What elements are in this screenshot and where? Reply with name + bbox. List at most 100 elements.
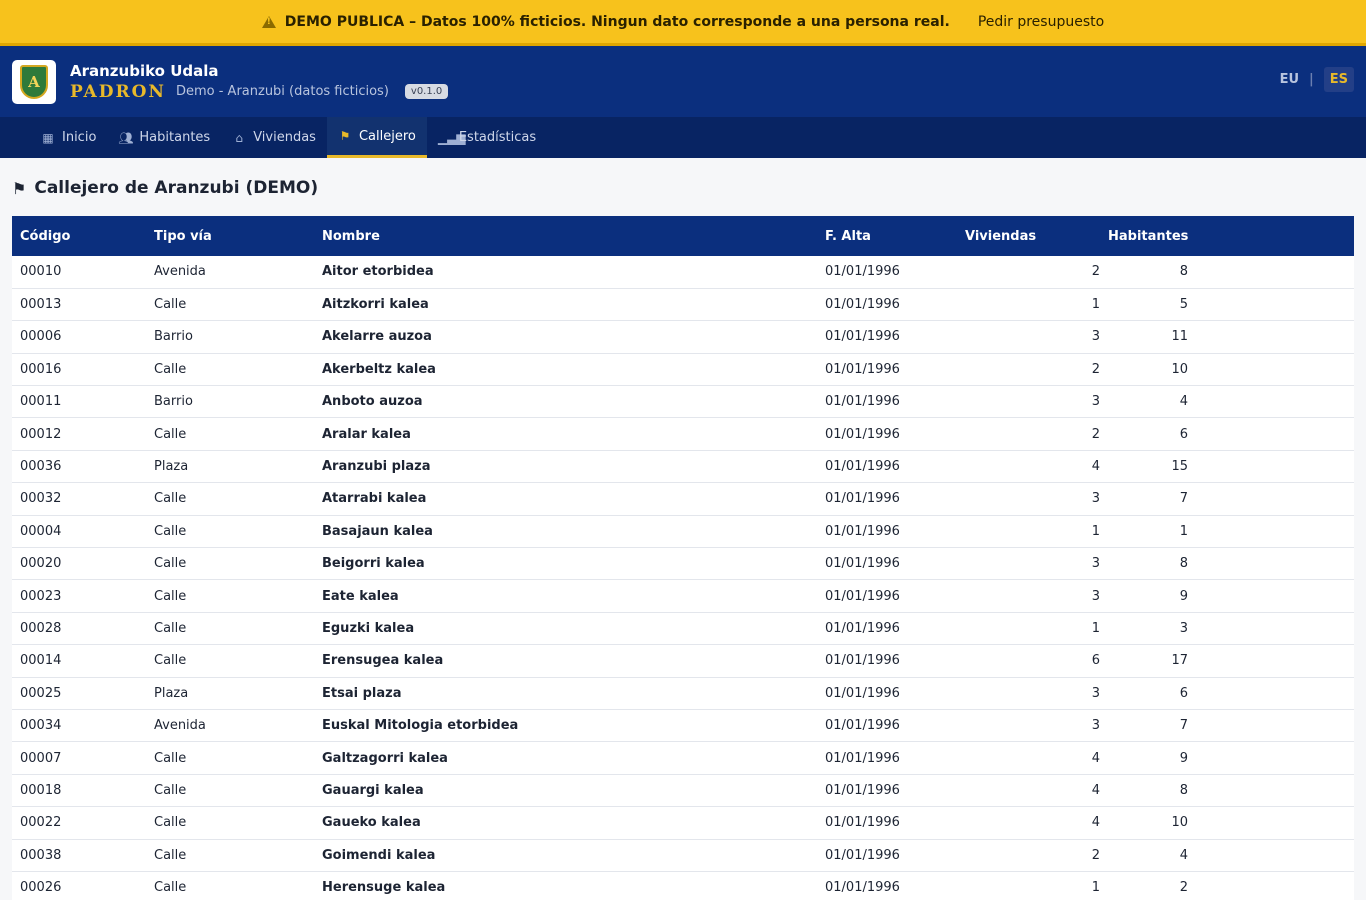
streets-table: Código Tipo vía Nombre F. Alta Viviendas…: [12, 216, 1354, 900]
home-icon: ⌂: [235, 130, 243, 145]
table-row[interactable]: 00014 Calle Erensugea kalea 01/01/1996 6 17: [12, 644, 1354, 678]
table-row[interactable]: 00026 Calle Herensuge kalea 01/01/1996 1 2: [12, 871, 1354, 900]
street-code: 00006: [20, 329, 62, 345]
street-name: Atarrabi kalea: [322, 491, 427, 507]
street-type: Calle: [154, 782, 187, 798]
street-inhabitants: 17: [1171, 653, 1188, 669]
col-fecha-alta[interactable]: F. Alta: [817, 216, 957, 256]
row-spacer: [1260, 483, 1354, 515]
col-nombre[interactable]: Nombre: [314, 216, 817, 256]
street-dwellings: 1: [1091, 523, 1100, 539]
street-inhabitants: 15: [1171, 459, 1188, 475]
row-spacer: [1260, 256, 1354, 288]
row-spacer: [1260, 742, 1354, 774]
street-date: 01/01/1996: [825, 329, 900, 345]
street-date: 01/01/1996: [825, 264, 900, 280]
table-row[interactable]: 00028 Calle Eguzki kalea 01/01/1996 1 3: [12, 612, 1354, 645]
street-date: 01/01/1996: [825, 588, 900, 604]
col-tipo-via[interactable]: Tipo vía: [146, 216, 314, 256]
table-row[interactable]: 00022 Calle Gaueko kalea 01/01/1996 4 10: [12, 806, 1354, 840]
street-code: 00004: [20, 523, 62, 539]
table-row[interactable]: 00020 Calle Beigorri kalea 01/01/1996 3 8: [12, 547, 1354, 580]
town-logo[interactable]: A: [12, 59, 56, 104]
table-row[interactable]: 00023 Calle Eate kalea 01/01/1996 3 9: [12, 579, 1354, 613]
street-inhabitants: 11: [1171, 329, 1188, 345]
street-type: Calle: [154, 847, 187, 863]
table-row[interactable]: 00038 Calle Goimendi kalea 01/01/1996 2 4: [12, 839, 1354, 872]
col-spacer: [1260, 216, 1354, 256]
street-type: Avenida: [154, 264, 206, 280]
street-type: Calle: [154, 491, 187, 507]
street-date: 01/01/1996: [825, 653, 900, 669]
street-date: 01/01/1996: [825, 297, 900, 313]
nav-viviendas[interactable]: ⌂ Viviendas: [221, 117, 327, 158]
table-row[interactable]: 00011 Barrio Anboto auzoa 01/01/1996 3 4: [12, 385, 1354, 418]
street-date: 01/01/1996: [825, 556, 900, 572]
street-code: 00013: [20, 297, 62, 313]
street-type: Calle: [154, 620, 187, 636]
table-row[interactable]: 00012 Calle Aralar kalea 01/01/1996 2 6: [12, 417, 1354, 451]
street-date: 01/01/1996: [825, 361, 900, 377]
street-type: Barrio: [154, 329, 193, 345]
table-row[interactable]: 00034 Avenida Euskal Mitologia etorbidea 01…: [12, 709, 1354, 742]
main-content: ⚑ Callejero de Aranzubi (DEMO) Código Ti…: [0, 158, 1366, 900]
row-spacer: [1260, 450, 1354, 482]
row-spacer: [1260, 839, 1354, 871]
table-row[interactable]: 00004 Calle Basajaun kalea 01/01/1996 1 1: [12, 515, 1354, 548]
street-type: Calle: [154, 361, 187, 377]
street-type: Calle: [154, 750, 187, 766]
row-spacer: [1260, 709, 1354, 741]
row-spacer: [1260, 612, 1354, 644]
demo-banner: DEMO PUBLICA – Datos 100% ficticios. Nin…: [0, 0, 1366, 46]
street-inhabitants: 10: [1171, 815, 1188, 831]
lang-es-button[interactable]: ES: [1323, 67, 1354, 92]
street-name: Galtzagorri kalea: [322, 750, 448, 766]
street-code: 00023: [20, 588, 62, 604]
people-icon: 👥︎: [118, 130, 134, 145]
street-type: Calle: [154, 815, 187, 831]
street-name: Gauargi kalea: [322, 782, 424, 798]
table-row[interactable]: 00018 Calle Gauargi kalea 01/01/1996 4 8: [12, 774, 1354, 807]
town-name: Aranzubiko Udala: [70, 61, 219, 80]
street-date: 01/01/1996: [825, 394, 900, 410]
app-header: A Aranzubiko Udala PADRON Demo - Aranzub…: [0, 46, 1366, 117]
street-code: 00016: [20, 361, 62, 377]
table-row[interactable]: 00010 Avenida Aitor etorbidea 01/01/1996 2 8: [12, 256, 1354, 289]
street-code: 00010: [20, 264, 62, 280]
signpost-icon: ⚑: [12, 178, 27, 198]
col-habitantes[interactable]: Habitantes: [1100, 216, 1260, 256]
street-name: Etsai plaza: [322, 685, 402, 701]
row-spacer: [1260, 807, 1354, 839]
table-row[interactable]: 00006 Barrio Akelarre auzoa 01/01/1996 3 11: [12, 320, 1354, 354]
table-row[interactable]: 00016 Calle Akerbeltz kalea 01/01/1996 2 10: [12, 353, 1354, 386]
col-codigo[interactable]: Código: [12, 216, 146, 256]
table-row[interactable]: 00032 Calle Atarrabi kalea 01/01/1996 3 7: [12, 482, 1354, 516]
street-name: Beigorri kalea: [322, 556, 425, 572]
street-type: Calle: [154, 653, 187, 669]
table-row[interactable]: 00013 Calle Aitzkorri kalea 01/01/1996 1 5: [12, 288, 1354, 321]
street-name: Aralar kalea: [322, 426, 411, 442]
street-type: Calle: [154, 297, 187, 313]
street-code: 00036: [20, 459, 62, 475]
nav-estadisticas[interactable]: ▁▃▆ Estadísticas: [427, 117, 547, 158]
street-date: 01/01/1996: [825, 815, 900, 831]
table-row[interactable]: 00025 Plaza Etsai plaza 01/01/1996 3 6: [12, 677, 1354, 710]
street-name: Eguzki kalea: [322, 620, 415, 636]
language-switcher: EU | ES: [1280, 67, 1354, 92]
street-inhabitants: 9: [1179, 750, 1188, 766]
col-viviendas[interactable]: Viviendas: [957, 216, 1100, 256]
nav-callejero[interactable]: ⚑ Callejero: [326, 117, 427, 158]
street-code: 00018: [20, 782, 62, 798]
nav-inicio[interactable]: ▦ Inicio: [30, 117, 107, 158]
page-title: ⚑ Callejero de Aranzubi (DEMO): [12, 178, 319, 198]
table-row[interactable]: 00007 Calle Galtzagorri kalea 01/01/1996 4 9: [12, 741, 1354, 775]
brand: Aranzubiko Udala PADRON Demo - Aranzubi …: [70, 61, 449, 102]
street-date: 01/01/1996: [825, 880, 900, 896]
street-name: Akelarre auzoa: [322, 329, 432, 345]
table-row[interactable]: 00036 Plaza Aranzubi plaza 01/01/1996 4 15: [12, 450, 1354, 483]
street-type: Calle: [154, 523, 187, 539]
nav-habitantes[interactable]: 👥︎ Habitantes: [107, 117, 221, 158]
lang-eu-button[interactable]: EU: [1280, 72, 1299, 87]
request-budget-link[interactable]: Pedir presupuesto: [978, 14, 1104, 30]
street-inhabitants: 8: [1179, 264, 1188, 280]
